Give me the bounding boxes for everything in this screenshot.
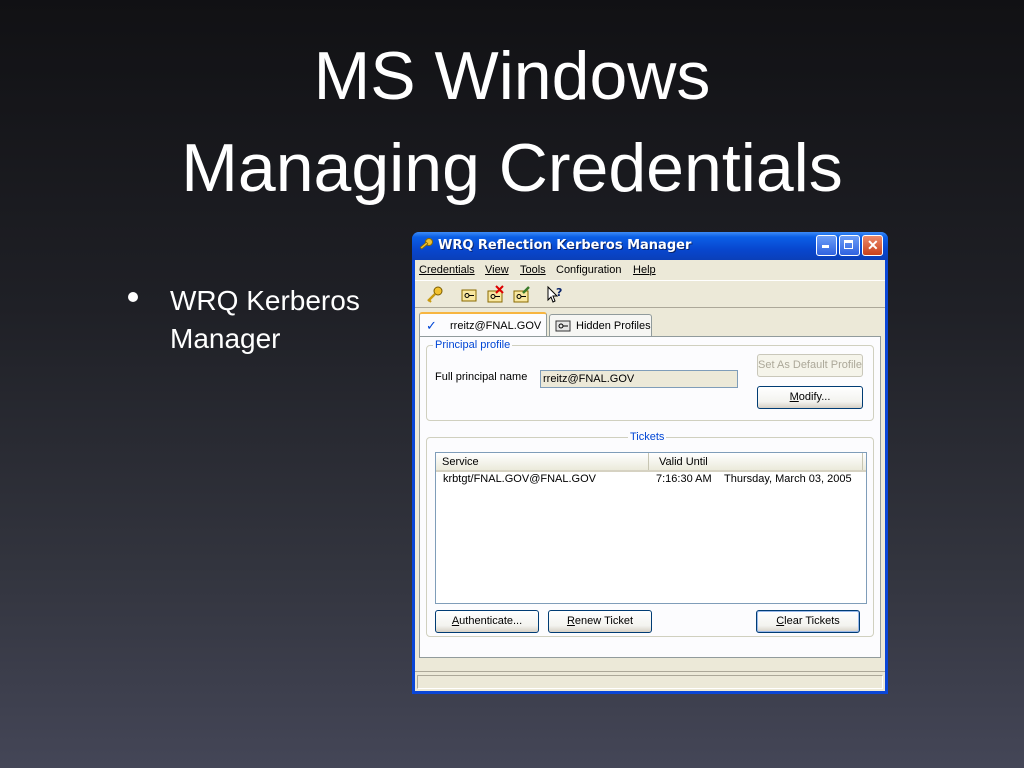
tab-hidden-profiles[interactable]: Hidden Profiles [549,314,652,336]
principal-tab-panel: Principal profile Full principal name rr… [419,336,881,658]
close-icon: ✕ [867,237,879,253]
menu-help[interactable]: Help [633,260,656,280]
maximize-button[interactable] [839,235,860,256]
menu-tools-rest: ools [525,264,546,276]
bullet-text: WRQ Kerberos Manager [170,285,360,354]
menu-tools[interactable]: Tools [520,260,546,280]
authenticate-rest: uthenticate... [459,615,523,627]
menu-help-rest: elp [640,264,656,276]
clear-tickets-button[interactable]: Clear Tickets [756,610,860,633]
edit-credential-icon[interactable] [511,285,531,305]
menu-credentials-key: C [419,264,427,276]
tickets-legend: Tickets [628,430,667,444]
clear-key: C [776,615,785,627]
tab-principal[interactable]: ✓ rreitz@FNAL.GOV [419,312,547,336]
delete-credential-icon[interactable] [485,285,505,305]
full-principal-name-field[interactable]: rreitz@FNAL.GOV [540,370,738,388]
menu-view[interactable]: View [485,260,509,280]
status-bar [415,671,885,691]
modify-button[interactable]: Modify... [757,386,863,409]
menu-credentials[interactable]: Credentials [419,260,475,280]
bullet-dot [128,292,138,302]
ticket-service: krbtgt/FNAL.GOV@FNAL.GOV [443,473,596,485]
menu-credentials-rest: redentials [426,264,475,276]
minimize-button[interactable] [816,235,837,256]
tickets-list-header: Service Valid Until [436,453,866,472]
set-default-profile-button[interactable]: Set As Default Profile [757,354,863,377]
menu-help-key: H [633,264,641,276]
tab-principal-label: rreitz@FNAL.GOV [450,320,542,332]
menu-bar: Credentials View Tools Configuration Hel… [415,260,885,280]
column-service[interactable]: Service [436,453,649,470]
close-button[interactable]: ✕ [862,235,883,256]
renew-key: R [566,615,575,627]
hidden-profiles-icon [555,320,571,332]
slide-title: MS Windows Managing Credentials [0,30,1024,214]
slide-title-line-1: MS Windows [313,38,711,114]
kerberos-manager-window: WRQ Reflection Kerberos Manager ✕ Creden… [412,232,888,694]
tickets-list[interactable]: Service Valid Until krbtgt/FNAL.GOV@FNAL… [435,452,867,604]
renew-rest: enew Ticket [574,615,634,627]
modify-button-rest: odify... [798,391,831,403]
check-icon: ✓ [426,318,437,333]
toolbar: ? [415,280,885,308]
ticket-date: Thursday, March 03, 2005 [724,473,852,485]
maximize-icon [844,240,853,249]
key-icon[interactable] [425,285,445,305]
slide-title-line-2: Managing Credentials [181,130,843,206]
minimize-icon [822,245,829,248]
tab-hidden-profiles-label: Hidden Profiles [576,320,651,332]
key-icon [419,238,433,250]
window-titlebar[interactable]: WRQ Reflection Kerberos Manager ✕ [412,232,888,260]
renew-ticket-button[interactable]: Renew Ticket [548,610,652,633]
menu-configuration-label: Configuration [556,264,622,276]
principal-profile-group: Principal profile Full principal name rr… [426,338,874,421]
menu-view-rest: iew [492,264,509,276]
credential-card-icon[interactable] [459,285,479,305]
status-pane [417,675,883,689]
ticket-time: 7:16:30 AM [656,473,712,485]
clear-rest: lear Tickets [784,615,840,627]
window-client-area: Credentials View Tools Configuration Hel… [415,260,885,691]
profile-tabs: ✓ rreitz@FNAL.GOV Hidden Profiles Princi… [419,312,881,658]
svg-text:?: ? [556,286,562,299]
menu-configuration[interactable]: Configuration [556,260,621,280]
tickets-group: Tickets Service Valid Until krbtgt/FNAL.… [426,430,874,637]
principal-profile-legend: Principal profile [433,338,513,352]
column-valid-until[interactable]: Valid Until [649,453,863,470]
context-help-icon[interactable]: ? [545,285,565,305]
window-title: WRQ Reflection Kerberos Manager [438,238,692,253]
full-principal-name-label: Full principal name [435,371,528,383]
table-row[interactable]: krbtgt/FNAL.GOV@FNAL.GOV 7:16:30 AM Thur… [436,472,866,487]
modify-button-key: M [789,391,799,403]
authenticate-button[interactable]: Authenticate... [435,610,539,633]
